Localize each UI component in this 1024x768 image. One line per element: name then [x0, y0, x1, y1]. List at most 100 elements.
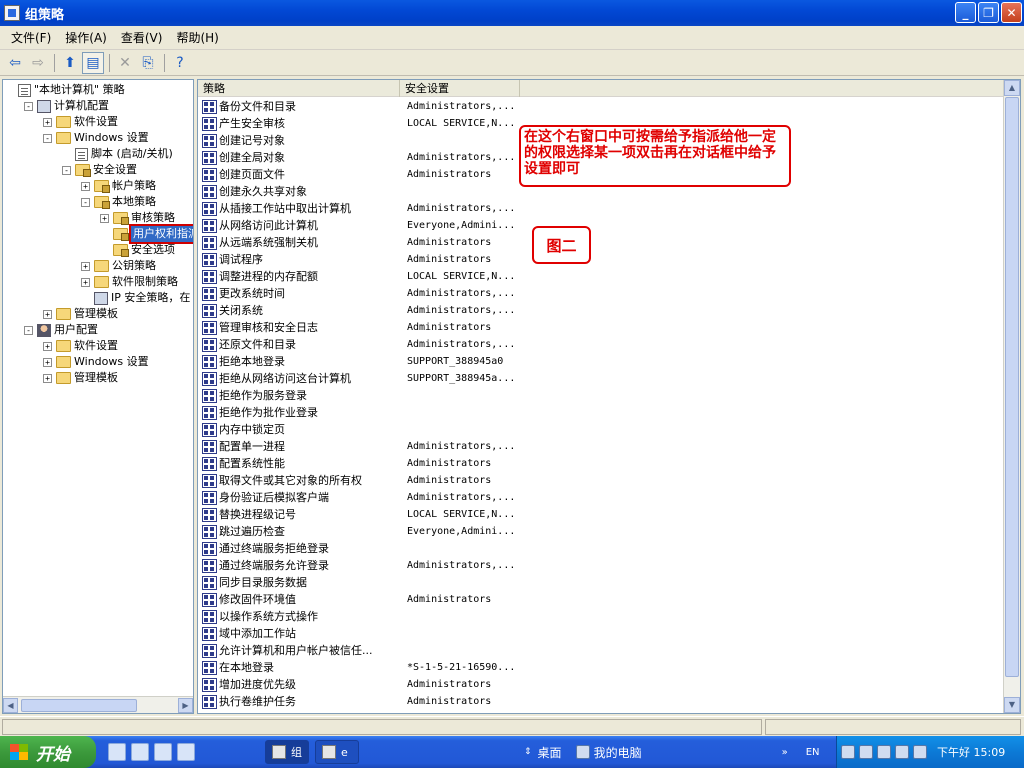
tree-node[interactable]: IP 安全策略，在 [81, 290, 190, 306]
tray-volume-icon[interactable] [877, 745, 891, 759]
tree-node-label[interactable]: 脚本 (启动/关机) [91, 146, 173, 162]
policy-row[interactable]: 创建记号对象 [198, 132, 407, 149]
policy-row[interactable]: 跳过遍历检查 Everyone,Admini... [198, 523, 515, 540]
list-vertical-scrollbar[interactable]: ▲ ▼ [1003, 80, 1020, 713]
tree-node-label[interactable]: Windows 设置 [74, 354, 149, 370]
policy-row[interactable]: 内存中锁定页 [198, 421, 407, 438]
tree-node-label[interactable]: 计算机配置 [54, 98, 109, 114]
expand-icon[interactable]: + [81, 277, 90, 287]
minimize-button[interactable]: _ [955, 2, 976, 23]
tree-node[interactable]: + 帐户策略 [81, 178, 156, 194]
quicklaunch-app-icon[interactable] [154, 743, 172, 761]
tree-node-label[interactable]: 公钥策略 [112, 258, 156, 274]
policy-row[interactable]: 修改固件环境值 Administrators [198, 591, 491, 608]
tree-node[interactable]: + 管理模板 [43, 370, 118, 386]
policy-row[interactable]: 创建全局对象 Administrators,... [198, 149, 515, 166]
scroll-left-arrow-icon[interactable]: ◀ [3, 697, 18, 713]
start-button[interactable]: 开始 [0, 736, 96, 768]
expand-icon[interactable]: + [43, 341, 52, 351]
policy-row[interactable]: 创建永久共享对象 [198, 183, 407, 200]
menu-file[interactable]: 文件(F) [4, 28, 58, 48]
tree-node[interactable]: 脚本 (启动/关机) [62, 146, 173, 162]
policy-row[interactable]: 调整进程的内存配额 LOCAL SERVICE,N... [198, 268, 515, 285]
policy-row[interactable]: 从网络访问此计算机 Everyone,Admini... [198, 217, 515, 234]
expand-icon[interactable]: + [43, 357, 52, 367]
tray-camera-icon[interactable] [841, 745, 855, 759]
policy-row[interactable]: 以操作系统方式操作 [198, 608, 407, 625]
tree-node-label[interactable]: 审核策略 [131, 210, 175, 226]
tree-node[interactable]: 用户权利指派 [100, 224, 193, 244]
tree-node[interactable]: + 管理模板 [43, 306, 118, 322]
back-arrow-icon[interactable]: ⇦ [4, 52, 26, 74]
collapse-icon[interactable]: - [43, 133, 52, 143]
policy-row[interactable]: 创建页面文件 Administrators [198, 166, 491, 183]
tree-node[interactable]: + 软件设置 [43, 338, 118, 354]
policy-row[interactable]: 拒绝作为批作业登录 [198, 404, 407, 421]
policy-row[interactable]: 配置单一进程 Administrators,... [198, 438, 515, 455]
tree-node-label[interactable]: 用户配置 [54, 322, 98, 338]
tree-node[interactable]: + 软件限制策略 [81, 274, 178, 290]
policy-row[interactable]: 拒绝作为服务登录 [198, 387, 407, 404]
policy-row[interactable]: 执行卷维护任务 Administrators [198, 693, 491, 710]
scroll-down-arrow-icon[interactable]: ▼ [1004, 697, 1020, 713]
tree-node-label[interactable]: 软件设置 [74, 338, 118, 354]
tree-node-label[interactable]: Windows 设置 [74, 130, 149, 146]
policy-row[interactable]: 通过终端服务允许登录 Administrators,... [198, 557, 515, 574]
policy-row[interactable]: 调试程序 Administrators [198, 251, 491, 268]
tree-node-label[interactable]: 用户权利指派 [129, 224, 193, 244]
tray-network-icon[interactable] [859, 745, 873, 759]
tree-node[interactable]: - 本地策略 [81, 194, 156, 210]
policy-row[interactable]: 通过终端服务拒绝登录 [198, 540, 407, 557]
column-header-security-setting[interactable]: 安全设置 [400, 80, 520, 97]
policy-row[interactable]: 取得文件或其它对象的所有权 Administrators [198, 472, 491, 489]
tree-node-label[interactable]: IP 安全策略，在 [111, 290, 190, 306]
tree-node-label[interactable]: 本地策略 [112, 194, 156, 210]
policy-row[interactable]: 替换进程级记号 LOCAL SERVICE,N... [198, 506, 515, 523]
quicklaunch-gpedit-icon[interactable] [177, 743, 195, 761]
collapse-icon[interactable]: - [24, 101, 33, 111]
policy-row[interactable]: 增加进度优先级 Administrators [198, 676, 491, 693]
tree-node-label[interactable]: 软件设置 [74, 114, 118, 130]
policy-row[interactable]: 从插接工作站中取出计算机 Administrators,... [198, 200, 515, 217]
policy-row[interactable]: 关闭系统 Administrators,... [198, 302, 515, 319]
policy-row[interactable]: 允许计算机和用户帐户被信任... [198, 642, 407, 659]
tree-node[interactable]: - 用户配置 [24, 322, 98, 338]
quicklaunch-media-icon[interactable] [108, 743, 126, 761]
toolbar-desktop[interactable]: 桌面 [538, 744, 562, 761]
tree-horizontal-scrollbar[interactable]: ◀ ▶ [3, 696, 193, 713]
tree-node-label[interactable]: 安全设置 [93, 162, 137, 178]
expand-icon[interactable]: + [81, 181, 90, 191]
policy-row[interactable]: 从远端系统强制关机 Administrators [198, 234, 491, 251]
collapse-icon[interactable]: - [81, 197, 90, 207]
tree-node-label[interactable]: 安全选项 [131, 242, 175, 258]
forward-arrow-icon[interactable]: ⇨ [27, 52, 49, 74]
column-header-policy[interactable]: 策略 [198, 80, 400, 97]
close-button[interactable]: ✕ [1001, 2, 1022, 23]
collapse-icon[interactable]: - [24, 325, 33, 335]
expand-icon[interactable]: + [43, 309, 52, 319]
tree-node[interactable]: + Windows 设置 [43, 354, 149, 370]
title-bar[interactable]: 组策略 _ ❐ ✕ [0, 0, 1024, 26]
export-list-icon[interactable]: ⎘ [137, 52, 159, 74]
policy-row[interactable]: 管理审核和安全日志 Administrators [198, 319, 491, 336]
expand-icon[interactable]: + [81, 261, 90, 271]
tree-node-label[interactable]: 软件限制策略 [112, 274, 178, 290]
policy-row[interactable]: 身份验证后模拟客户端 Administrators,... [198, 489, 515, 506]
policy-row[interactable]: 产生安全审核 LOCAL SERVICE,N... [198, 115, 515, 132]
policy-row[interactable]: 备份文件和目录 Administrators,... [198, 98, 515, 115]
tree-node[interactable]: - Windows 设置 [43, 130, 149, 146]
scroll-thumb[interactable] [1005, 97, 1019, 677]
policy-row[interactable]: 拒绝本地登录 SUPPORT_388945a0 [198, 353, 503, 370]
show-tree-icon[interactable]: ▤ [82, 51, 104, 74]
tree-node[interactable]: 安全选项 [100, 242, 175, 258]
expand-icon[interactable]: + [43, 373, 52, 383]
policy-row[interactable]: 域中添加工作站 [198, 625, 407, 642]
collapse-icon[interactable]: - [62, 165, 71, 175]
tree-node[interactable]: + 审核策略 [100, 210, 175, 226]
policy-row[interactable]: 同步目录服务数据 [198, 574, 407, 591]
taskbar-task-gpedit[interactable]: 组 [265, 740, 309, 764]
policy-row[interactable]: 配置系统性能 Administrators [198, 455, 491, 472]
tree-node[interactable]: - 安全设置 [62, 162, 137, 178]
tray-antivirus-icon[interactable] [895, 745, 909, 759]
tree-node-label[interactable]: 管理模板 [74, 370, 118, 386]
